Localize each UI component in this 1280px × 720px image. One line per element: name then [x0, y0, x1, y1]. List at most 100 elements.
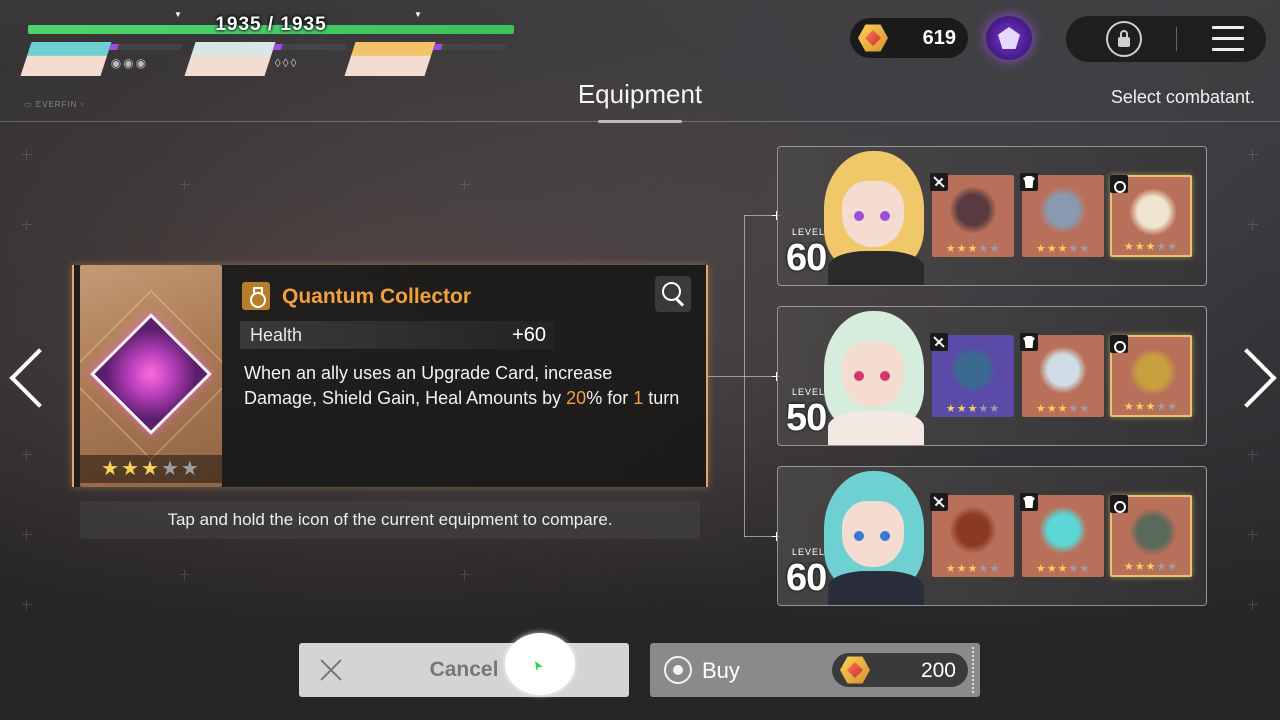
party-portrait-blonde-hair[interactable] — [338, 42, 509, 76]
bg-grid-mark — [22, 150, 32, 160]
bg-grid-mark — [22, 220, 32, 230]
desc-turns: 1 — [633, 388, 644, 408]
equipment-item-image — [1038, 347, 1088, 393]
sword-icon — [930, 493, 948, 511]
star-icon: ★ — [1046, 243, 1058, 255]
stat-value: +60 — [512, 324, 546, 346]
title-decoration — [578, 119, 702, 124]
character-portrait — [814, 467, 934, 605]
star-icon: ★ — [101, 458, 122, 480]
equipment-rarity-stars: ★★★★★ — [932, 402, 1014, 415]
equipment-rarity-stars: ★★★★★ — [932, 562, 1014, 575]
desc-percent: 20 — [566, 388, 587, 408]
star-icon: ★ — [1068, 403, 1080, 415]
connector-line — [708, 376, 744, 377]
price-value: 200 — [920, 659, 956, 682]
equipment-rarity-stars: ★★★★★ — [1022, 242, 1104, 255]
level-badge: LEVEL 60 — [786, 545, 830, 603]
portrait-face — [20, 42, 112, 76]
equipment-slot-accessory[interactable]: ★★★★★ — [1110, 335, 1192, 417]
portrait-energy-bar — [272, 44, 347, 50]
equipment-slot-armor[interactable]: ★★★★★ — [1020, 173, 1104, 257]
item-detail-card: ★★★★★ Quantum Collector Health +60 When … — [72, 265, 708, 487]
star-icon: ★ — [1068, 243, 1080, 255]
bg-grid-mark — [460, 180, 470, 190]
star-icon: ★ — [1145, 241, 1157, 253]
star-icon: ★ — [989, 243, 1001, 255]
level-label: LEVEL — [792, 547, 826, 557]
portrait-status-icons: ◉◉◉ — [110, 56, 149, 70]
equipment-slot-weapon[interactable]: ★★★★★ — [930, 493, 1014, 577]
buy-button[interactable]: Buy 200 — [650, 643, 980, 697]
star-icon: ★ — [1057, 243, 1069, 255]
equipment-item-image — [948, 507, 998, 553]
star-icon: ★ — [1079, 403, 1091, 415]
bg-grid-mark — [1248, 450, 1258, 460]
combatant-card[interactable]: LEVEL 60 ★★★★★ ★★★★★ ★★★★★ — [777, 466, 1207, 606]
equipment-item-image — [948, 187, 998, 233]
chevron-right-icon[interactable] — [1234, 345, 1274, 411]
sword-icon — [930, 333, 948, 351]
character-portrait — [814, 307, 934, 445]
party-portrait-silver-hair-red-eyes[interactable]: ◊◊◊ — [178, 42, 349, 76]
search-icon[interactable] — [655, 276, 691, 312]
equipment-item-image — [1128, 509, 1178, 555]
star-icon: ★ — [1134, 561, 1146, 573]
item-name: Quantum Collector — [282, 285, 472, 308]
star-icon: ★ — [1145, 561, 1157, 573]
star-icon: ★ — [1123, 401, 1135, 413]
currency-display[interactable]: 619 — [850, 18, 968, 58]
cancel-button[interactable]: Cancel — [299, 643, 629, 697]
touch-cursor — [505, 633, 575, 695]
equipment-rarity-stars: ★★★★★ — [932, 242, 1014, 255]
party-portrait-glasses-teal-hair[interactable]: ◉◉◉ — [14, 42, 185, 76]
equipment-slot-weapon[interactable]: ★★★★★ — [930, 173, 1014, 257]
select-combatant-hint: Select combatant. — [1110, 87, 1255, 107]
item-artwork[interactable]: ★★★★★ — [80, 265, 222, 487]
equipment-rarity-stars: ★★★★★ — [1112, 400, 1190, 413]
star-icon: ★ — [1145, 401, 1157, 413]
star-icon: ★ — [1167, 241, 1179, 253]
bg-grid-mark — [22, 530, 32, 540]
portrait-energy-bar — [108, 44, 183, 50]
equipment-rarity-stars: ★★★★★ — [1022, 562, 1104, 575]
bg-grid-mark — [180, 570, 190, 580]
star-icon: ★ — [1035, 403, 1047, 415]
level-value: 60 — [786, 237, 827, 279]
equipment-slot-accessory[interactable]: ★★★★★ — [1110, 495, 1192, 577]
level-badge: LEVEL 50 — [786, 385, 830, 443]
armor-icon — [1020, 493, 1038, 511]
star-icon: ★ — [967, 563, 979, 575]
star-icon: ★ — [1134, 401, 1146, 413]
equipment-slot-armor[interactable]: ★★★★★ — [1020, 333, 1104, 417]
equipment-item-image — [1038, 187, 1088, 233]
combatant-card[interactable]: LEVEL 50 ★★★★★ ★★★★★ ★★★★★ — [777, 306, 1207, 446]
star-icon: ★ — [1123, 241, 1135, 253]
equipment-slot-weapon[interactable]: ★★★★★ — [930, 333, 1014, 417]
equipment-slot-armor[interactable]: ★★★★★ — [1020, 493, 1104, 577]
star-icon: ★ — [945, 243, 957, 255]
item-stat-row: Health +60 — [240, 321, 554, 349]
ring-icon — [242, 282, 270, 310]
chevron-left-icon[interactable] — [6, 345, 46, 411]
star-icon: ★ — [989, 563, 1001, 575]
armor-icon — [1020, 173, 1038, 191]
level-value: 60 — [786, 557, 827, 599]
price-display: 200 — [832, 653, 968, 687]
portrait-status-icons: ◊◊◊ — [274, 56, 299, 70]
cancel-label: Cancel — [429, 658, 499, 681]
star-icon: ★ — [1156, 401, 1168, 413]
hamburger-menu-icon[interactable] — [1212, 26, 1244, 52]
star-icon: ★ — [1035, 243, 1047, 255]
gem-icon — [840, 655, 870, 685]
equipment-slot-accessory[interactable]: ★★★★★ — [1110, 175, 1192, 257]
party-hp-text: 1935 / 1935 — [215, 14, 327, 35]
level-value: 50 — [786, 397, 827, 439]
lock-icon[interactable] — [1106, 21, 1142, 57]
bg-grid-mark — [1248, 530, 1258, 540]
star-icon: ★ — [1046, 403, 1058, 415]
combatant-card[interactable]: LEVEL 60 ★★★★★ ★★★★★ ★★★★★ — [777, 146, 1207, 286]
portrait-energy-bar — [432, 44, 507, 50]
premium-currency-button[interactable] — [986, 16, 1032, 60]
confirm-circle-icon — [664, 656, 692, 684]
